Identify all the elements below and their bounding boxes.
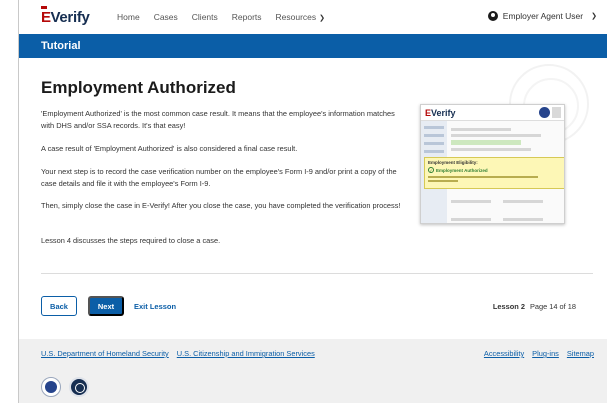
preview-alert-status: Employment Authorized: [436, 167, 488, 173]
next-button[interactable]: Next: [88, 296, 124, 316]
preview-logo: EVerify: [425, 108, 456, 118]
exit-lesson-link[interactable]: Exit Lesson: [134, 302, 176, 311]
uscis-seal-icon[interactable]: [69, 377, 89, 397]
dhs-seal-icon[interactable]: [41, 377, 61, 397]
back-button[interactable]: Back: [41, 296, 77, 316]
preview-header: EVerify: [421, 105, 564, 121]
footer: U.S. Department of Homeland Security U.S…: [19, 339, 607, 403]
logo-word: Verify: [50, 8, 90, 26]
preview-body: [451, 125, 561, 154]
check-icon: ✓: [428, 167, 434, 173]
uscis-seal-icon: [552, 107, 561, 118]
nav-item-reports[interactable]: Reports: [232, 12, 262, 22]
user-name: Employer Agent User: [502, 11, 584, 21]
nav-item-home[interactable]: Home: [117, 12, 140, 22]
e-verify-logo[interactable]: E Verify: [41, 6, 90, 26]
nav-item-resources[interactable]: Resources ❯: [276, 12, 326, 22]
paragraph-5: Lesson 4 discusses the steps required to…: [41, 236, 221, 245]
footer-link-sitemap[interactable]: Sitemap: [567, 349, 594, 358]
app-frame: E Verify Home Cases Clients Reports Reso…: [18, 0, 607, 403]
tutorial-banner: Tutorial: [19, 34, 607, 58]
paragraph-4: Then, simply close the case in E-Verify!…: [41, 201, 401, 210]
footer-right-links: Accessibility Plug-ins Sitemap: [484, 349, 594, 358]
dhs-seal-icon: [539, 107, 550, 118]
logo-flag-icon: [41, 6, 47, 9]
top-navigation: E Verify Home Cases Clients Reports Reso…: [19, 0, 607, 34]
nav-menu: Home Cases Clients Reports Resources ❯: [117, 12, 325, 22]
nav-item-cases[interactable]: Cases: [154, 12, 178, 22]
paragraph-1: 'Employment Authorized' is the most comm…: [41, 109, 395, 130]
divider: [41, 273, 593, 274]
page-title: Employment Authorized: [41, 78, 236, 97]
footer-left-links: U.S. Department of Homeland Security U.S…: [41, 349, 315, 358]
preview-alert: Employment Eligibility: ✓ Employment Aut…: [424, 157, 564, 189]
user-icon: [487, 11, 498, 21]
paragraph-2: A case result of 'Employment Authorized'…: [41, 144, 298, 153]
footer-link-uscis[interactable]: U.S. Citizenship and Immigration Service…: [177, 349, 315, 358]
user-menu[interactable]: Employer Agent User ❯: [487, 11, 597, 21]
logo-letter: E: [41, 8, 51, 26]
lesson-number: Lesson 2: [492, 302, 525, 311]
paragraph-3: Your next step is to record the case ver…: [41, 167, 397, 188]
footer-link-plugins[interactable]: Plug-ins: [532, 349, 559, 358]
nav-item-clients[interactable]: Clients: [192, 12, 218, 22]
lesson-progress: Lesson 2 Page 14 of 18: [493, 302, 576, 311]
preview-lower: [451, 193, 561, 223]
chevron-down-icon: ❯: [319, 15, 326, 22]
chevron-down-icon: ❯: [591, 13, 597, 20]
page-indicator: Page 14 of 18: [529, 302, 576, 311]
nav-item-resources-label: Resources: [275, 12, 317, 22]
footer-link-accessibility[interactable]: Accessibility: [484, 349, 524, 358]
banner-title: Tutorial: [41, 40, 81, 52]
footer-link-dhs[interactable]: U.S. Department of Homeland Security: [41, 349, 169, 358]
preview-alert-title: Employment Eligibility:: [428, 160, 478, 165]
preview-logo-word: Verify: [431, 108, 456, 118]
case-result-preview-image: EVerify Employment Eligibility: ✓ Employ…: [420, 104, 565, 224]
